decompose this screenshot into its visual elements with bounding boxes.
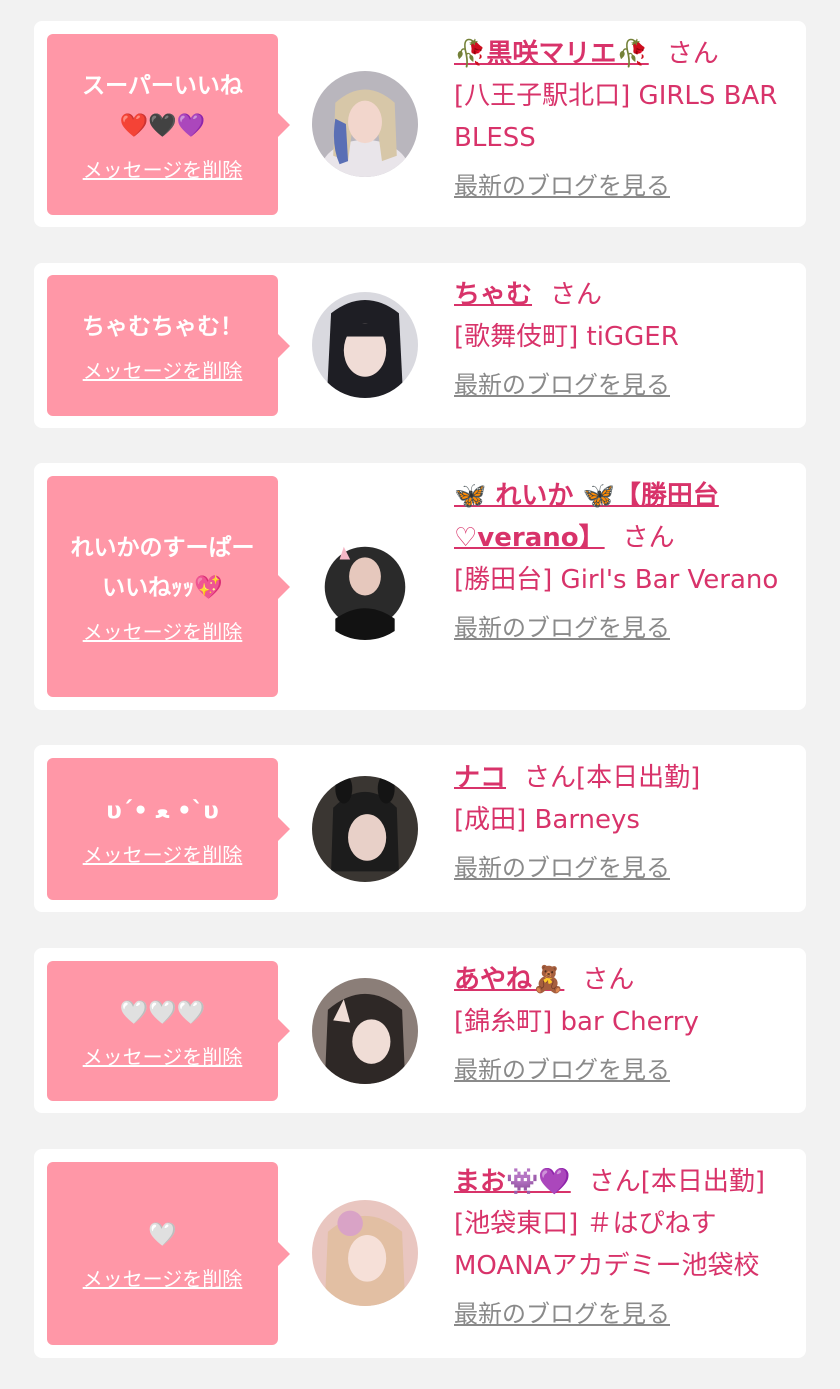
san-label: さん — [622, 523, 675, 553]
profile-info: ナコ さん[本日出勤] [成田] Barneys 最新のブログを見る — [454, 757, 799, 889]
message-bubble: スーパーいいね ❤️🖤💜 メッセージを削除 — [47, 34, 290, 215]
status-text: [本日出勤] — [640, 1167, 766, 1197]
store-text: [八王子駅北口] GIRLS BAR BLESS — [454, 81, 778, 153]
message-emoji: ❤️🖤💜 — [119, 113, 206, 139]
avatar[interactable] — [312, 776, 418, 882]
san-label: さん — [550, 280, 603, 310]
profile-name-link[interactable]: まお👾💜 — [454, 1167, 571, 1197]
like-card: υ´• ﻌ •`υ メッセージを削除 ナコ さん[本日出勤] [成田] Barne… — [34, 745, 806, 912]
message-text: いいねｯｯ💖 — [102, 575, 223, 601]
store-text: [池袋東口] ＃はぴねす MOANAアカデミー池袋校 — [454, 1209, 760, 1281]
san-label: さん — [582, 965, 635, 995]
message-emoji: 🤍 — [148, 1222, 177, 1248]
message-bubble: υ´• ﻌ •`υ メッセージを削除 — [47, 758, 290, 900]
profile-info: まお👾💜 さん[本日出勤] [池袋東口] ＃はぴねす MOANAアカデミー池袋校 … — [454, 1161, 799, 1335]
message-text: れいかのすーぱー — [70, 535, 255, 561]
profile-name-link[interactable]: ナコ — [454, 763, 506, 793]
status-text: [本日出勤] — [576, 763, 701, 793]
latest-blog-link[interactable]: 最新のブログを見る — [454, 165, 670, 207]
san-label: さん — [524, 763, 577, 793]
profile-name-link[interactable]: ちゃむ — [454, 280, 532, 310]
delete-message-link[interactable]: メッセージを削除 — [83, 839, 243, 868]
profile-name-link[interactable]: 🦋 れいか 🦋【勝田台♡verano】 — [454, 481, 719, 553]
delete-message-link[interactable]: メッセージを削除 — [83, 154, 243, 183]
profile-name-link[interactable]: 🥀黒咲マリエ🥀 — [454, 39, 649, 69]
latest-blog-link[interactable]: 最新のブログを見る — [454, 1049, 670, 1091]
profile-info: 🥀黒咲マリエ🥀 さん [八王子駅北口] GIRLS BAR BLESS 最新のブロ… — [454, 33, 799, 207]
delete-message-link[interactable]: メッセージを削除 — [83, 355, 243, 384]
avatar[interactable] — [312, 71, 418, 177]
message-text: ちゃむちゃむ！ — [82, 314, 243, 340]
profile-info: 🦋 れいか 🦋【勝田台♡verano】 さん [勝田台] Girl's Bar V… — [454, 475, 799, 649]
like-card: 🤍 メッセージを削除 まお👾💜 さん[本日出勤] [池袋東口] ＃はぴねす MOA… — [34, 1149, 806, 1358]
latest-blog-link[interactable]: 最新のブログを見る — [454, 607, 670, 649]
latest-blog-link[interactable]: 最新のブログを見る — [454, 847, 670, 889]
like-card: スーパーいいね ❤️🖤💜 メッセージを削除 🥀黒咲マリエ🥀 さん [八王子駅北口]… — [34, 21, 806, 227]
avatar[interactable] — [312, 292, 418, 398]
message-bubble: れいかのすーぱー いいねｯｯ💖 メッセージを削除 — [47, 476, 290, 697]
latest-blog-link[interactable]: 最新のブログを見る — [454, 1293, 670, 1335]
message-bubble: ちゃむちゃむ！ メッセージを削除 — [47, 275, 290, 416]
delete-message-link[interactable]: メッセージを削除 — [83, 1263, 243, 1292]
message-bubble: 🤍 メッセージを削除 — [47, 1162, 290, 1345]
like-card: ちゃむちゃむ！ メッセージを削除 ちゃむ さん [歌舞伎町] tiGGER 最新の… — [34, 263, 806, 428]
latest-blog-link[interactable]: 最新のブログを見る — [454, 364, 670, 406]
san-label: さん — [666, 39, 719, 69]
message-text: スーパーいいね — [82, 73, 243, 99]
profile-name-link[interactable]: あやね🧸 — [454, 965, 564, 995]
store-text: [歌舞伎町] tiGGER — [454, 322, 679, 352]
profile-info: あやね🧸 さん [錦糸町] bar Cherry 最新のブログを見る — [454, 959, 799, 1091]
delete-message-link[interactable]: メッセージを削除 — [83, 616, 243, 645]
like-card: れいかのすーぱー いいねｯｯ💖 メッセージを削除 🦋 れいか 🦋【勝田台♡ver… — [34, 463, 806, 710]
profile-info: ちゃむ さん [歌舞伎町] tiGGER 最新のブログを見る — [454, 274, 799, 406]
delete-message-link[interactable]: メッセージを削除 — [83, 1041, 243, 1070]
store-text: [成田] Barneys — [454, 805, 640, 835]
like-card: 🤍🤍🤍 メッセージを削除 あやね🧸 さん [錦糸町] bar Cherry 最新の… — [34, 948, 806, 1113]
avatar[interactable] — [312, 978, 418, 1084]
message-bubble: 🤍🤍🤍 メッセージを削除 — [47, 961, 290, 1101]
message-text: υ´• ﻌ •`υ — [106, 797, 219, 824]
avatar[interactable] — [312, 1200, 418, 1306]
store-text: [錦糸町] bar Cherry — [454, 1007, 699, 1037]
san-label: さん — [588, 1167, 641, 1197]
message-emoji: 🤍🤍🤍 — [119, 999, 206, 1026]
store-text: [勝田台] Girl's Bar Verano — [454, 565, 779, 595]
avatar[interactable] — [312, 534, 418, 640]
